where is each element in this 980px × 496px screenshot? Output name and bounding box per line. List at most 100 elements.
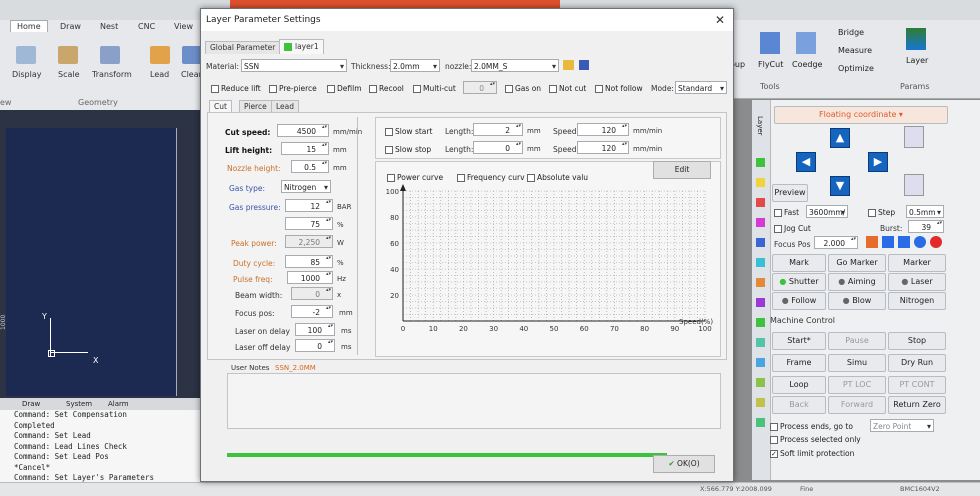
layer-color-swatch[interactable] bbox=[756, 258, 765, 267]
edit-button[interactable]: Edit bbox=[653, 161, 711, 179]
beam-width-input[interactable]: 0 bbox=[291, 287, 333, 300]
start-button[interactable]: Start* bbox=[772, 332, 826, 350]
coedge-button[interactable]: Coedge bbox=[792, 60, 822, 69]
layer-color-swatch[interactable] bbox=[756, 358, 765, 367]
tab-layer1[interactable]: layer1 bbox=[279, 39, 324, 54]
mode-select[interactable]: Standard bbox=[675, 81, 727, 95]
slow-start-checkbox[interactable]: Slow start bbox=[385, 127, 432, 136]
tab-alarm[interactable]: Alarm bbox=[108, 400, 129, 408]
blow-button[interactable]: ● Blow bbox=[828, 292, 886, 310]
open-folder-icon[interactable] bbox=[563, 60, 574, 70]
simu-button[interactable]: Simu bbox=[828, 354, 886, 372]
fast-checkbox[interactable]: Fast bbox=[774, 208, 799, 217]
defilm-checkbox[interactable]: Defilm bbox=[327, 84, 362, 93]
pre-pierce-checkbox[interactable]: Pre-pierce bbox=[269, 84, 317, 93]
z-down-icon[interactable] bbox=[904, 174, 924, 196]
focus-pos-param-input[interactable]: -2 bbox=[291, 305, 333, 318]
slow-stop-speed-input[interactable]: 120 bbox=[577, 141, 629, 154]
focus-plus-icon[interactable] bbox=[882, 236, 894, 248]
tab-global-parameter[interactable]: Global Parameter bbox=[205, 41, 281, 54]
coord-mode-select[interactable]: Floating coordinate ▾ bbox=[774, 106, 948, 124]
close-icon[interactable]: ✕ bbox=[711, 11, 729, 29]
frame-button[interactable]: Frame bbox=[772, 354, 826, 372]
pause-button[interactable]: Pause bbox=[828, 332, 886, 350]
recool-checkbox[interactable]: Recool bbox=[369, 84, 404, 93]
user-notes-textarea[interactable] bbox=[227, 373, 721, 429]
nozzle-select[interactable]: 2.0MM_S bbox=[471, 59, 559, 73]
back-button[interactable]: Back bbox=[772, 396, 826, 414]
lift-height-input[interactable]: 15 bbox=[281, 142, 329, 155]
mark-button[interactable]: Mark bbox=[772, 254, 826, 272]
focus-minus-icon[interactable] bbox=[866, 236, 878, 248]
save-icon[interactable] bbox=[579, 60, 589, 70]
dry-run-button[interactable]: Dry Run bbox=[888, 354, 946, 372]
tab-draw-console[interactable]: Draw bbox=[22, 400, 40, 408]
layer-color-swatch[interactable] bbox=[756, 298, 765, 307]
slow-stop-checkbox[interactable]: Slow stop bbox=[385, 145, 431, 154]
go-marker-button[interactable]: Go Marker bbox=[828, 254, 886, 272]
layer-color-swatch[interactable] bbox=[756, 318, 765, 327]
arrow-up-icon[interactable]: ▲ bbox=[830, 128, 850, 148]
frequency-curve-checkbox[interactable]: Frequency curv bbox=[457, 173, 525, 182]
measure-button[interactable]: Measure bbox=[838, 46, 872, 55]
not-cut-checkbox[interactable]: Not cut bbox=[549, 84, 586, 93]
flycut-button[interactable]: FlyCut bbox=[758, 60, 783, 69]
preview-button[interactable]: Preview bbox=[772, 184, 808, 202]
display-button[interactable]: Display bbox=[12, 70, 42, 79]
process-ends-checkbox[interactable]: Process ends, go to bbox=[770, 422, 853, 431]
tab-nest[interactable]: Nest bbox=[100, 22, 118, 31]
cut-speed-input[interactable]: 4500 bbox=[277, 124, 329, 137]
step-checkbox[interactable]: Step bbox=[868, 208, 895, 217]
focus-refresh-icon[interactable] bbox=[914, 236, 926, 248]
nitrogen-button[interactable]: Nitrogen bbox=[888, 292, 946, 310]
multi-cut-input[interactable]: 0 bbox=[463, 81, 497, 94]
thickness-select[interactable]: 2.0mm bbox=[390, 59, 440, 73]
tab-home[interactable]: Home bbox=[10, 20, 48, 32]
follow-button[interactable]: ● Follow bbox=[772, 292, 826, 310]
gas-on-checkbox[interactable]: Gas on bbox=[505, 84, 541, 93]
layer-color-swatch[interactable] bbox=[756, 418, 765, 427]
layer-color-swatch[interactable] bbox=[756, 198, 765, 207]
loop-button[interactable]: Loop bbox=[772, 376, 826, 394]
nozzle-height-input[interactable]: 0.5 bbox=[291, 160, 329, 173]
laser-button[interactable]: ● Laser bbox=[888, 273, 946, 291]
scale-button[interactable]: Scale bbox=[58, 70, 80, 79]
focus-add-icon[interactable] bbox=[898, 236, 910, 248]
z-up-icon[interactable] bbox=[904, 126, 924, 148]
clear-button[interactable]: Clear bbox=[181, 70, 202, 79]
absolute-value-checkbox[interactable]: Absolute valu bbox=[527, 173, 588, 182]
work-area[interactable] bbox=[6, 128, 177, 396]
pt-cont-button[interactable]: PT CONT bbox=[888, 376, 946, 394]
lead-button[interactable]: Lead bbox=[150, 70, 169, 79]
laser-on-delay-input[interactable]: 100 bbox=[295, 323, 335, 336]
marker-button[interactable]: Marker bbox=[888, 254, 946, 272]
layer-button[interactable]: Layer bbox=[906, 56, 928, 65]
forward-button[interactable]: Forward bbox=[828, 396, 886, 414]
stop-button[interactable]: Stop bbox=[888, 332, 946, 350]
layer-color-swatch[interactable] bbox=[756, 238, 765, 247]
optimize-button[interactable]: Optimize bbox=[838, 64, 874, 73]
laser-off-delay-input[interactable]: 0 bbox=[295, 339, 335, 352]
tab-cnc[interactable]: CNC bbox=[138, 22, 155, 31]
soft-limit-checkbox[interactable]: Soft limit protection bbox=[770, 449, 854, 458]
layer-color-swatch[interactable] bbox=[756, 378, 765, 387]
peak-power-input[interactable]: 2,250 bbox=[285, 235, 333, 248]
layer-color-swatch[interactable] bbox=[756, 218, 765, 227]
slow-start-speed-input[interactable]: 120 bbox=[577, 123, 629, 136]
laser-power-percent-input[interactable]: 75 bbox=[285, 217, 333, 230]
layer-color-swatch[interactable] bbox=[756, 178, 765, 187]
layer-color-swatch[interactable] bbox=[756, 338, 765, 347]
pt-loc-button[interactable]: PT LOC bbox=[828, 376, 886, 394]
focus-cancel-icon[interactable] bbox=[930, 236, 942, 248]
power-curve-checkbox[interactable]: Power curve bbox=[387, 173, 443, 182]
transform-button[interactable]: Transform bbox=[92, 70, 132, 79]
layer-color-swatch[interactable] bbox=[756, 398, 765, 407]
layer-color-swatch[interactable] bbox=[756, 278, 765, 287]
multi-cut-checkbox[interactable]: Multi-cut bbox=[413, 84, 456, 93]
slow-stop-length-input[interactable]: 0 bbox=[473, 141, 523, 154]
gas-type-select[interactable]: Nitrogen bbox=[281, 180, 331, 194]
material-select[interactable]: SSN bbox=[241, 59, 347, 73]
tab-draw[interactable]: Draw bbox=[60, 22, 81, 31]
pulse-freq-input[interactable]: 1000 bbox=[287, 271, 333, 284]
duty-cycle-input[interactable]: 85 bbox=[285, 255, 333, 268]
